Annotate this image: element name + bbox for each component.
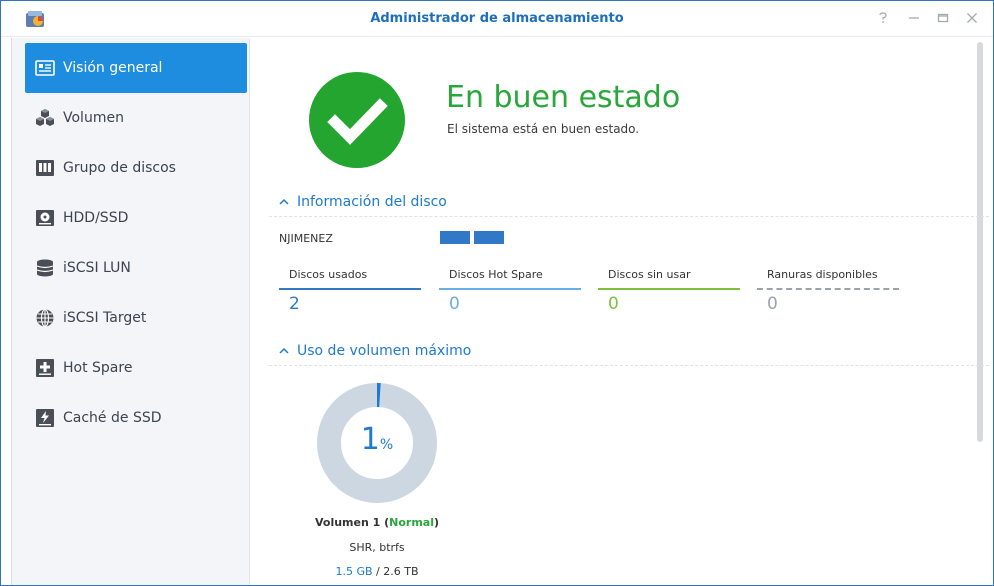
status-title: En buen estado [446, 80, 681, 115]
volume-title: Volumen 1 (Normal) [251, 516, 503, 529]
disk-slot-1[interactable] [440, 231, 470, 244]
sidebar-item-iscsi-target[interactable]: iSCSI Target [25, 293, 247, 343]
section-title: Uso de volumen máximo [297, 343, 472, 359]
storage-manager-window: Administrador de almacenamiento Visión g… [0, 0, 994, 586]
stat-bar [598, 288, 740, 290]
volume-state-open: ( [380, 516, 390, 529]
server-name: NJIMENEZ [279, 232, 333, 245]
volume-usage-section-header[interactable]: Uso de volumen máximo [279, 343, 471, 359]
sidebar-item-label: Caché de SSD [63, 410, 162, 426]
volume-usage-donut: 1% [316, 382, 438, 504]
stat-unused-disks: Discos sin usar 0 [598, 268, 740, 314]
volume-state-close: ) [433, 516, 440, 529]
status-subtitle: El sistema está en buen estado. [447, 122, 640, 136]
sidebar-item-label: Hot Spare [63, 360, 133, 376]
disk-slot-2[interactable] [474, 231, 504, 244]
close-icon[interactable] [962, 9, 982, 29]
stat-value: 0 [608, 294, 619, 314]
stat-bar [757, 288, 899, 290]
stat-available-slots: Ranuras disponibles 0 [757, 268, 899, 314]
help-icon[interactable] [873, 9, 893, 29]
stat-used-disks: Discos usados 2 [279, 268, 421, 314]
sidebar-item-iscsi-lun[interactable]: iSCSI LUN [25, 243, 247, 293]
stat-value: 0 [767, 294, 778, 314]
volume-separator: / [372, 565, 384, 578]
usage-percent: 1% [316, 422, 438, 457]
status-indicator [309, 72, 405, 168]
chevron-up-icon [279, 195, 289, 209]
volume-used: 1.5 GB [335, 565, 373, 578]
stat-label: Ranuras disponibles [767, 268, 878, 281]
usage-percent-sign: % [379, 437, 394, 453]
stat-value: 2 [289, 294, 300, 314]
stat-bar [439, 288, 581, 290]
sidebar: Visión general Volumen Grupo de discos H… [11, 38, 250, 585]
window-title: Administrador de almacenamiento [370, 11, 624, 26]
overview-icon [35, 60, 55, 76]
hot-spare-icon [36, 359, 54, 377]
disk-group-icon [36, 160, 54, 176]
sidebar-item-cache-de-ssd[interactable]: Caché de SSD [25, 393, 247, 443]
stat-label: Discos usados [289, 268, 368, 281]
sidebar-item-hot-spare[interactable]: Hot Spare [25, 343, 247, 393]
stat-bar [279, 288, 421, 290]
chevron-up-icon [279, 344, 289, 358]
vertical-scrollbar[interactable] [977, 42, 983, 442]
volume-filesystem: SHR, btrfs [349, 541, 405, 554]
window-left-edge [1, 38, 11, 585]
sidebar-item-label: iSCSI LUN [63, 260, 131, 276]
sidebar-item-volumen[interactable]: Volumen [25, 93, 247, 143]
maximize-icon[interactable] [933, 9, 953, 29]
stat-label: Discos Hot Spare [449, 268, 543, 281]
stat-value: 0 [449, 294, 460, 314]
sidebar-item-label: iSCSI Target [63, 310, 147, 326]
section-divider [269, 365, 989, 366]
volume-name: Volumen 1 [314, 516, 381, 529]
section-divider [269, 216, 989, 217]
check-icon [327, 98, 388, 145]
stat-label: Discos sin usar [608, 268, 691, 281]
volume-state: Normal [389, 516, 434, 529]
usage-percent-value: 1 [360, 422, 380, 457]
iscsi-lun-icon [36, 259, 54, 277]
iscsi-target-icon [36, 308, 54, 328]
volume-total: 2.6 TB [383, 565, 419, 578]
stat-hot-spare-disks: Discos Hot Spare 0 [439, 268, 581, 314]
title-bar: Administrador de almacenamiento [1, 1, 993, 37]
volume-icon [36, 109, 54, 126]
sidebar-item-label: HDD/SSD [63, 210, 129, 226]
section-title: Información del disco [297, 194, 447, 210]
hdd-icon [36, 210, 54, 226]
ssd-cache-icon [36, 409, 54, 427]
sidebar-item-grupo-de-discos[interactable]: Grupo de discos [25, 143, 247, 193]
disk-info-section-header[interactable]: Información del disco [279, 194, 447, 210]
sidebar-item-label: Grupo de discos [63, 160, 176, 176]
volume-capacity: 1.5 GB / 2.6 TB [251, 565, 503, 578]
sidebar-item-label: Visión general [63, 60, 163, 76]
main-content: En buen estado El sistema está en buen e… [251, 38, 993, 585]
sidebar-item-label: Volumen [63, 110, 124, 126]
sidebar-item-vision-general[interactable]: Visión general [25, 43, 247, 93]
minimize-icon[interactable] [904, 9, 924, 29]
sidebar-item-hdd-ssd[interactable]: HDD/SSD [25, 193, 247, 243]
